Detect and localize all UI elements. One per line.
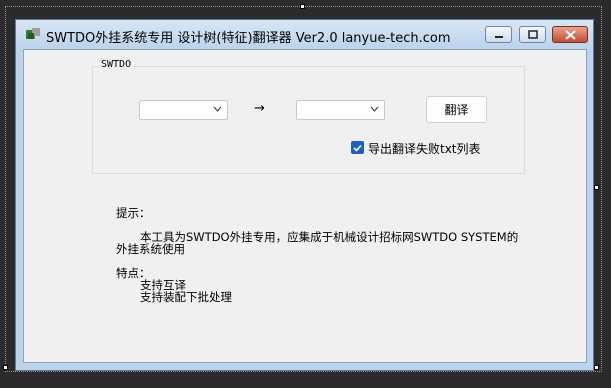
- close-icon: [564, 29, 576, 40]
- resize-handle-sw[interactable]: [3, 365, 8, 370]
- window-title: SWTDO外挂系统专用 设计树(特征)翻译器 Ver2.0 lanyue-tec…: [46, 31, 451, 46]
- feature-item-2: 支持装配下批处理: [140, 290, 232, 304]
- client-area: SWTDO → 翻译 导出翻译失败txt列表 提示： 本工具为SWTDO外挂专用…: [23, 49, 587, 363]
- translate-button[interactable]: 翻译: [426, 96, 487, 123]
- swtdo-group: SWTDO → 翻译 导出翻译失败txt列表: [92, 59, 525, 174]
- tip-heading: 提示：: [116, 206, 151, 220]
- checkmark-icon: [353, 144, 362, 152]
- export-failures-checkbox[interactable]: [351, 141, 364, 154]
- chevron-down-icon: [213, 106, 222, 112]
- source-language-combo[interactable]: [139, 100, 228, 120]
- resize-handle-n[interactable]: [300, 4, 305, 9]
- target-language-combo[interactable]: [296, 100, 385, 120]
- maximize-icon: [527, 30, 538, 39]
- resize-handle-se[interactable]: [594, 365, 599, 370]
- export-failures-label[interactable]: 导出翻译失败txt列表: [368, 140, 481, 157]
- app-window: SWTDO外挂系统专用 设计树(特征)翻译器 Ver2.0 lanyue-tec…: [15, 19, 594, 371]
- minimize-button[interactable]: [485, 26, 512, 43]
- direction-arrow: →: [254, 101, 265, 116]
- maximize-button[interactable]: [519, 26, 546, 43]
- group-label: SWTDO: [99, 59, 134, 70]
- resize-handle-e[interactable]: [594, 185, 599, 190]
- tip-line-1: 本工具为SWTDO外挂专用，应集成于机械设计招标网SWTDO SYSTEM的: [140, 230, 519, 244]
- app-icon: [26, 28, 40, 39]
- title-bar[interactable]: SWTDO外挂系统专用 设计树(特征)翻译器 Ver2.0 lanyue-tec…: [16, 20, 593, 49]
- tip-line-2: 外挂系统使用: [116, 242, 185, 256]
- close-button[interactable]: [552, 26, 588, 43]
- minimize-icon: [494, 35, 503, 38]
- chevron-down-icon: [370, 106, 379, 112]
